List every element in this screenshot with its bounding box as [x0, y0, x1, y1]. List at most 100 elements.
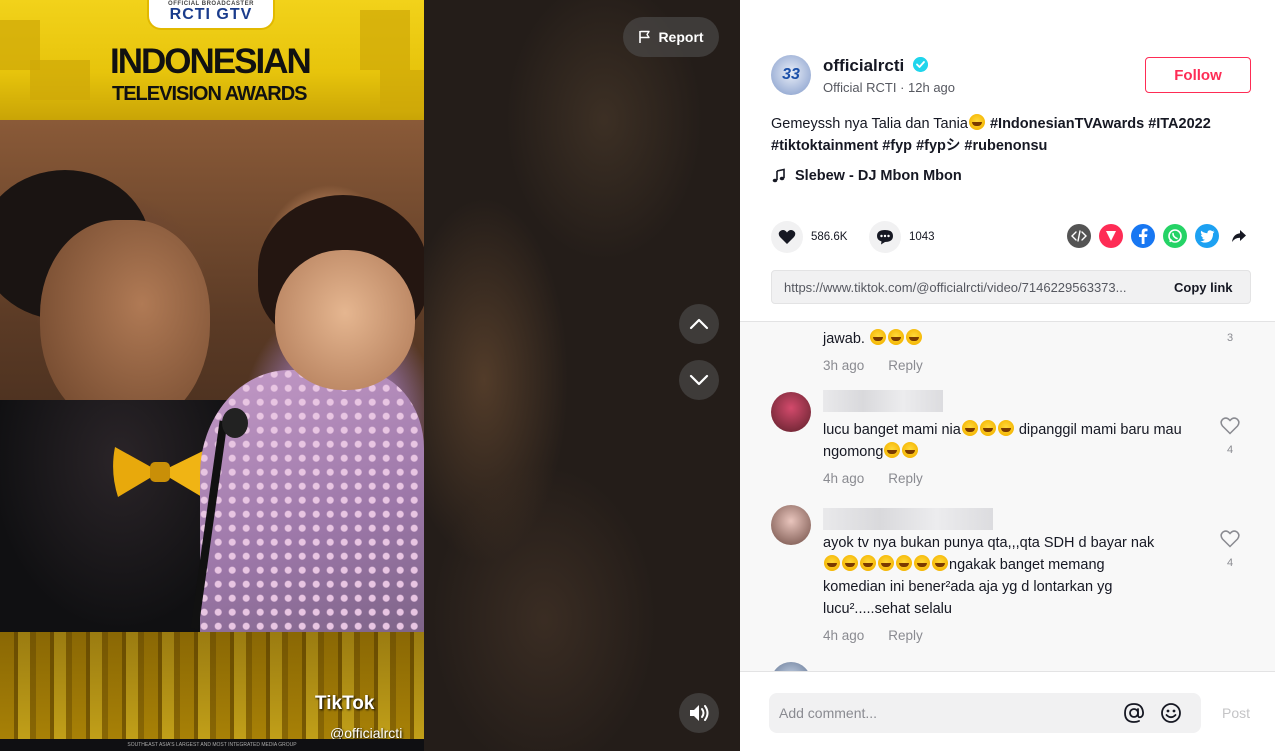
reply-button[interactable]: Reply — [888, 628, 923, 643]
author-avatar[interactable]: 33 — [771, 55, 811, 95]
grinning-emoji-icon — [961, 420, 978, 436]
author-display-name: Official RCTI — [823, 80, 897, 95]
hashtag-link[interactable]: #IndonesianTVAwards — [990, 116, 1144, 132]
hashtag-link[interactable]: #fyp — [882, 138, 912, 154]
hashtag-link[interactable]: #tiktoktainment — [771, 138, 878, 154]
comment-meta: 4h ago Reply — [823, 628, 923, 643]
follow-button[interactable]: Follow — [1145, 57, 1251, 93]
heart-outline-icon — [1220, 417, 1240, 435]
embed-code-icon — [1071, 230, 1087, 242]
twitter-share-button[interactable] — [1195, 224, 1219, 248]
volume-button[interactable] — [679, 693, 719, 733]
award-banner: OFFICIAL BROADCASTER RCTI GTV INDONESIAN… — [0, 0, 424, 120]
blush-emoji-icon — [842, 555, 858, 571]
comment-text: lucu banget mami nia dipanggil mami baru… — [823, 419, 1203, 463]
share-icons — [1067, 224, 1251, 248]
share-arrow-icon — [1232, 230, 1246, 242]
video-frame[interactable]: OFFICIAL BROADCASTER RCTI GTV INDONESIAN… — [0, 0, 424, 751]
heart-icon — [778, 230, 796, 244]
comment-line: lucu².....sehat selalu — [823, 601, 952, 617]
author-username[interactable]: officialrcti — [823, 56, 904, 76]
comment-like-count-wrap: 3 — [1220, 328, 1240, 344]
twitter-icon — [1199, 229, 1214, 243]
comment-line: komedian ini bener²ada aja yg d lontarka… — [823, 579, 1113, 595]
video-player[interactable]: OFFICIAL BROADCASTER RCTI GTV INDONESIAN… — [0, 0, 740, 751]
comment-body: lucu banget mami nia — [823, 422, 961, 438]
post-caption: Gemeyssh nya Talia dan Tania #Indonesian… — [771, 113, 1251, 157]
hashtag-link[interactable]: #rubenonsu — [964, 138, 1047, 154]
commenter-avatar[interactable] — [771, 505, 811, 545]
music-link[interactable]: Slebew - DJ Mbon Mbon — [771, 168, 962, 184]
author-subline: Official RCTI · 12h ago — [823, 80, 955, 95]
comment-meta: 4h ago Reply — [823, 471, 923, 486]
comment-list[interactable]: jawab. 3h ago Reply 3 lucu banget mami ni… — [740, 321, 1275, 671]
comment-like-button[interactable]: 4 — [1220, 417, 1240, 456]
ita-logo-line2: TELEVISION AWARDS — [112, 83, 308, 105]
grinning-emoji-icon — [979, 420, 996, 436]
copy-link-button[interactable]: Copy link — [1158, 280, 1233, 295]
author-avatar-text: 33 — [782, 66, 800, 83]
grinning-sweat-emoji-icon — [902, 442, 919, 458]
more-share-button[interactable] — [1227, 224, 1251, 248]
grinning-sweat-emoji-icon — [905, 329, 922, 345]
comment-count-button[interactable]: 1043 — [869, 221, 935, 253]
comment-like-count: 3 — [1226, 332, 1234, 344]
comment-meta: 3h ago Reply — [823, 358, 923, 373]
commenter-avatar[interactable] — [771, 662, 811, 671]
comment-bubble-icon — [877, 230, 893, 245]
separator-dot: · — [900, 80, 909, 95]
comment-time: 4h ago — [823, 628, 865, 643]
send-icon — [1106, 231, 1116, 241]
commenter-name-blurred[interactable] — [823, 390, 943, 412]
comment-like-count: 4 — [1226, 444, 1234, 456]
grinning-sweat-emoji-icon — [878, 555, 894, 571]
comment-like-button[interactable]: 4 — [1220, 530, 1240, 569]
reply-button[interactable]: Reply — [888, 471, 923, 486]
grinning-sweat-emoji-icon — [884, 442, 901, 458]
bowtie-shape — [113, 447, 207, 497]
comment-text: ayok tv nya bukan punya qta,,,qta SDH d … — [823, 532, 1203, 620]
microphone-head — [222, 408, 248, 438]
comment-line: ngakak banget memang — [949, 557, 1105, 573]
facebook-share-button[interactable] — [1131, 224, 1155, 248]
video-link-url[interactable]: https://www.tiktok.com/@officialrcti/vid… — [772, 280, 1158, 295]
grinning-sweat-emoji-icon — [887, 329, 904, 345]
embed-button[interactable] — [1067, 224, 1091, 248]
send-to-friends-button[interactable] — [1099, 224, 1123, 248]
ita-logo: INDONESIAN TELEVISION AWARDS — [110, 40, 340, 110]
post-comment-button[interactable]: Post — [1222, 705, 1250, 721]
like-button[interactable]: 586.6K — [771, 221, 847, 253]
blush-emoji-icon — [824, 555, 840, 571]
comment-time: 4h ago — [823, 471, 865, 486]
hashtag-link[interactable]: #fypシ — [916, 138, 960, 154]
commenter-name-blurred[interactable] — [823, 508, 993, 530]
comment-line: ayok tv nya bukan punya qta,,,qta SDH d … — [823, 535, 1155, 551]
video-details-panel: 33 officialrcti Official RCTI · 12h ago … — [740, 0, 1275, 751]
volume-icon — [690, 705, 709, 721]
heart-outline-icon — [1220, 530, 1240, 548]
broadcaster-logo: OFFICIAL BROADCASTER RCTI GTV — [147, 0, 275, 30]
tiktok-video-page: OFFICIAL BROADCASTER RCTI GTV INDONESIAN… — [0, 0, 1275, 751]
emoji-picker-icon[interactable] — [1160, 702, 1182, 724]
hashtag-link[interactable]: #ITA2022 — [1148, 116, 1211, 132]
comment-text: jawab. — [823, 328, 1203, 350]
broadcaster-channels: RCTI GTV — [169, 6, 253, 23]
comment-text-partial-cutoff — [823, 321, 1203, 322]
next-video-button[interactable] — [679, 360, 719, 400]
video-person-host — [40, 220, 210, 430]
post-time: 12h ago — [908, 80, 956, 95]
chevron-up-icon — [689, 318, 709, 330]
reply-button[interactable]: Reply — [888, 358, 923, 373]
mention-at-icon[interactable] — [1123, 702, 1145, 724]
comment-time: 3h ago — [823, 358, 865, 373]
grinning-sweat-emoji-icon — [914, 555, 930, 571]
comment-like-count: 4 — [1226, 557, 1234, 569]
blush-emoji-icon — [860, 555, 876, 571]
commenter-avatar[interactable] — [771, 392, 811, 432]
grinning-sweat-emoji-icon — [896, 555, 912, 571]
footer-caption: SOUTHEAST ASIA'S LARGEST AND MOST INTEGR… — [0, 739, 424, 751]
report-button[interactable]: Report — [623, 17, 719, 57]
whatsapp-share-button[interactable] — [1163, 224, 1187, 248]
comment-count: 1043 — [909, 231, 935, 243]
previous-video-button[interactable] — [679, 304, 719, 344]
